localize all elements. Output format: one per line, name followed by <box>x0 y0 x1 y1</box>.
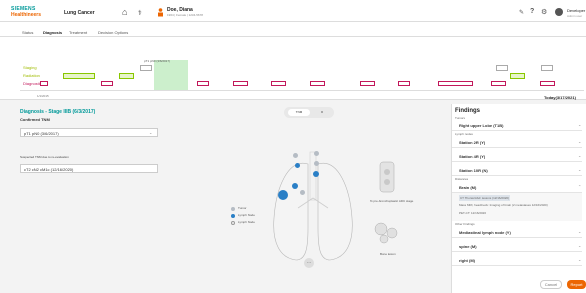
confirmed-tnm-value: pT1 pN0 (3/6/2017) <box>24 131 59 136</box>
tab-bar <box>0 22 586 37</box>
lung-annotation: % pre-bronchoplastic ADC stage <box>370 199 414 203</box>
chevron-down-icon[interactable]: ⌄ <box>578 257 581 262</box>
chevron-down-icon[interactable]: ⌄ <box>578 139 581 144</box>
home-icon[interactable]: ⌂ <box>122 7 127 17</box>
lymph-node-marker-positive[interactable] <box>313 171 319 177</box>
distant-header: Distances <box>455 177 469 181</box>
lymph-node-marker[interactable] <box>314 151 319 156</box>
chevron-down-icon[interactable]: ⌄ <box>149 130 152 135</box>
lung-diagram <box>268 148 358 270</box>
finding-lymph-2: Station 4R (Y) <box>459 154 486 159</box>
toggle-m[interactable]: M <box>312 109 332 116</box>
timeline-event[interactable] <box>438 81 473 86</box>
lymph-node-marker-positive[interactable] <box>292 183 298 189</box>
timeline-event[interactable] <box>541 65 553 71</box>
bone-annotation: Bone lesion <box>380 252 396 256</box>
lymph-header: Lymph nodes <box>455 132 473 136</box>
team-icon[interactable]: ⚕ <box>138 9 142 17</box>
patient-icon <box>157 8 164 17</box>
chevron-down-icon[interactable]: ⌄ <box>578 122 581 127</box>
timeline-highlight <box>154 60 188 90</box>
chevron-down-icon[interactable]: ⌄ <box>578 243 581 248</box>
timeline-event[interactable] <box>233 81 248 86</box>
timeline-event[interactable] <box>271 81 286 86</box>
report-button[interactable]: Report <box>567 280 586 289</box>
legend-lymph2-icon <box>231 221 235 225</box>
timeline-today: Today(3/17/2021) <box>544 95 576 100</box>
finding-distant: Brain (M) <box>459 185 477 190</box>
suspected-tnm-label: Suspected TNM due to re-evaluation <box>20 155 69 159</box>
distant-detail-3[interactable]: PET-CT: 12/16/2020 <box>459 211 486 215</box>
timeline-axis <box>20 90 584 91</box>
lymph-node-marker-positive[interactable] <box>295 163 300 168</box>
patient-details: 1964 | Female | 1234-5678 <box>167 13 203 17</box>
finding-lymph-3: Station 10R (N) <box>459 168 488 173</box>
timeline-event[interactable] <box>310 81 325 86</box>
timeline-event[interactable] <box>197 81 209 86</box>
logo-healthineers: Healthineers <box>11 12 42 18</box>
timeline-event[interactable] <box>101 81 113 86</box>
timeline-label-diagnostic: Diagnostic <box>23 81 42 86</box>
lymph-node-marker[interactable] <box>300 190 305 195</box>
timeline-event[interactable] <box>491 81 506 86</box>
timeline-label-staging: Staging <box>23 65 37 70</box>
app-title: Lung Cancer <box>64 10 95 16</box>
legend-lymph-label: Lymph Node <box>238 213 255 217</box>
timeline-event[interactable] <box>63 73 95 79</box>
timeline-label-radiation: Radiation <box>23 73 40 78</box>
chevron-down-icon[interactable]: ⌄ <box>578 229 581 234</box>
timeline-event[interactable] <box>540 81 555 86</box>
timeline-event[interactable] <box>360 81 375 86</box>
avatar[interactable] <box>555 8 563 16</box>
edit-icon[interactable]: ✎ <box>519 9 524 16</box>
finding-other-1: Mediastinal lymph node (Y) <box>459 230 511 235</box>
finding-tumor: Right upper Lobe (T1B) <box>459 123 504 128</box>
legend-lymph-icon <box>231 214 235 218</box>
suspected-tnm-value: cT2 cN2 cM1c (12/16/2020) <box>24 167 74 172</box>
timeline-event[interactable] <box>496 65 508 71</box>
tab-status[interactable]: Status <box>22 30 33 35</box>
timeline-event[interactable] <box>510 73 525 79</box>
finding-other-3: right (M) <box>459 258 475 263</box>
chevron-down-icon[interactable]: ⌄ <box>578 153 581 158</box>
timeline-marker-label: pT1 pN0 (3/6/2017) <box>144 59 171 63</box>
chevron-up-icon[interactable]: ⌃ <box>578 184 581 189</box>
gear-icon[interactable]: ⚙ <box>541 8 547 16</box>
timeline-start-date: 1/1/2015 <box>37 94 49 98</box>
bronchi-icon[interactable] <box>378 160 396 194</box>
more-icon[interactable]: ⋯ <box>304 258 314 268</box>
user-name: Developer <box>567 8 586 13</box>
cancel-button[interactable]: Cancel <box>540 280 562 289</box>
legend-tumor-label: Tumor <box>238 206 247 210</box>
bone-icon[interactable] <box>372 221 400 245</box>
legend-lymph2-label: Lymph Node <box>238 220 255 224</box>
finding-other-2: spine (M) <box>459 244 477 249</box>
findings-title: Findings <box>455 108 480 114</box>
toggle-tnm[interactable]: TNM <box>288 109 310 116</box>
distant-detail-2[interactable]: Mass MRI, head/neck: Imaging of brain (2… <box>459 203 548 207</box>
timeline-event[interactable] <box>140 65 152 71</box>
confirmed-tnm-label: Confirmed TNM <box>20 117 50 122</box>
user-role: Admin user <box>567 14 583 18</box>
diagnosis-title: Diagnosis - Stage IIIB (6/3/2017) <box>20 109 96 115</box>
help-icon[interactable]: ? <box>530 8 534 15</box>
distant-detail-1[interactable]: CT Thorax/Abd: lesions (12/16/2020) <box>459 195 511 201</box>
other-header: Other Findings <box>455 222 475 226</box>
timeline-event[interactable] <box>40 81 48 86</box>
tumor-marker[interactable] <box>278 190 288 200</box>
chevron-down-icon[interactable]: ⌄ <box>578 167 581 172</box>
tab-treatment[interactable]: Treatment <box>69 30 87 35</box>
timeline-event[interactable] <box>119 73 134 79</box>
lymph-node-marker[interactable] <box>293 153 298 158</box>
finding-lymph-1: Station 2R (Y) <box>459 140 486 145</box>
lymph-node-marker[interactable] <box>314 161 319 166</box>
tab-decision-options[interactable]: Decision Options <box>98 30 128 35</box>
timeline-event[interactable] <box>398 81 410 86</box>
legend-tumor-icon <box>231 207 235 211</box>
